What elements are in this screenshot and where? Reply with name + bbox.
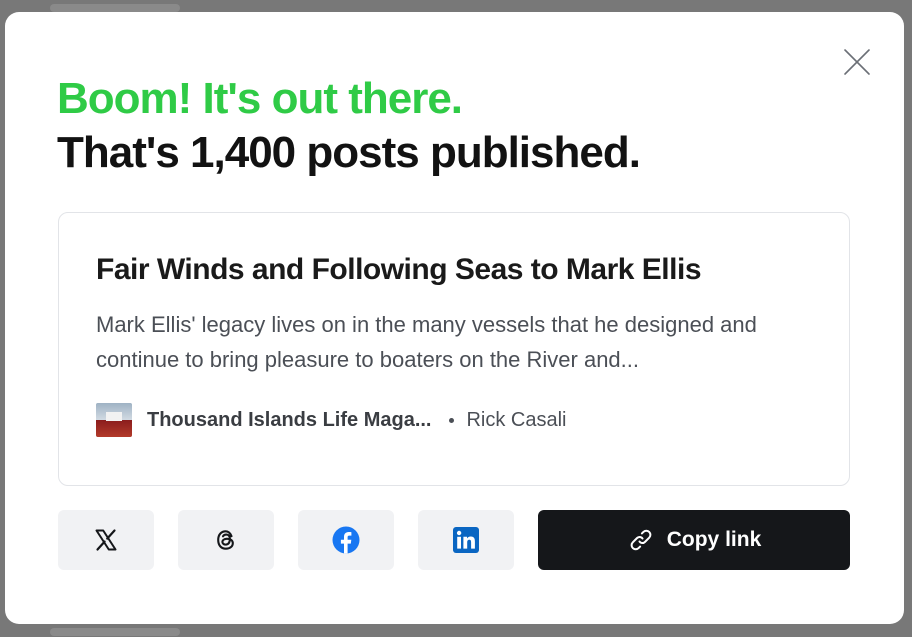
- linkedin-icon: [453, 527, 479, 553]
- copy-link-button[interactable]: Copy link: [538, 510, 850, 570]
- close-button[interactable]: [843, 48, 871, 76]
- threads-icon: [217, 530, 234, 550]
- post-excerpt: Mark Ellis' legacy lives on in the many …: [96, 312, 757, 372]
- author-name: Rick Casali: [466, 408, 567, 431]
- meta-separator: [449, 417, 455, 423]
- share-linkedin-button[interactable]: [418, 510, 514, 570]
- close-icon: [844, 49, 870, 75]
- copy-link-label: Copy link: [666, 528, 762, 551]
- share-x-button[interactable]: [58, 510, 154, 570]
- post-meta: Thousand Islands Life Maga... Rick Casal…: [96, 403, 567, 437]
- publication-thumbnail: [96, 403, 132, 437]
- post-preview-card[interactable]: Fair Winds and Following Seas to Mark El…: [58, 212, 850, 486]
- x-icon: [95, 529, 117, 551]
- post-title: Fair Winds and Following Seas to Mark El…: [96, 253, 702, 286]
- headline-success: Boom! It's out there.: [57, 74, 463, 123]
- publish-success-modal: Boom! It's out there. That's 1,400 posts…: [5, 12, 904, 624]
- publication-name: Thousand Islands Life Maga...: [147, 408, 432, 431]
- share-threads-button[interactable]: [178, 510, 274, 570]
- share-facebook-button[interactable]: [298, 510, 394, 570]
- facebook-icon: [332, 526, 360, 554]
- headline: Boom! It's out there. That's 1,400 posts…: [57, 72, 641, 180]
- link-icon: [627, 528, 655, 552]
- headline-post-count: That's 1,400 posts published.: [57, 128, 641, 177]
